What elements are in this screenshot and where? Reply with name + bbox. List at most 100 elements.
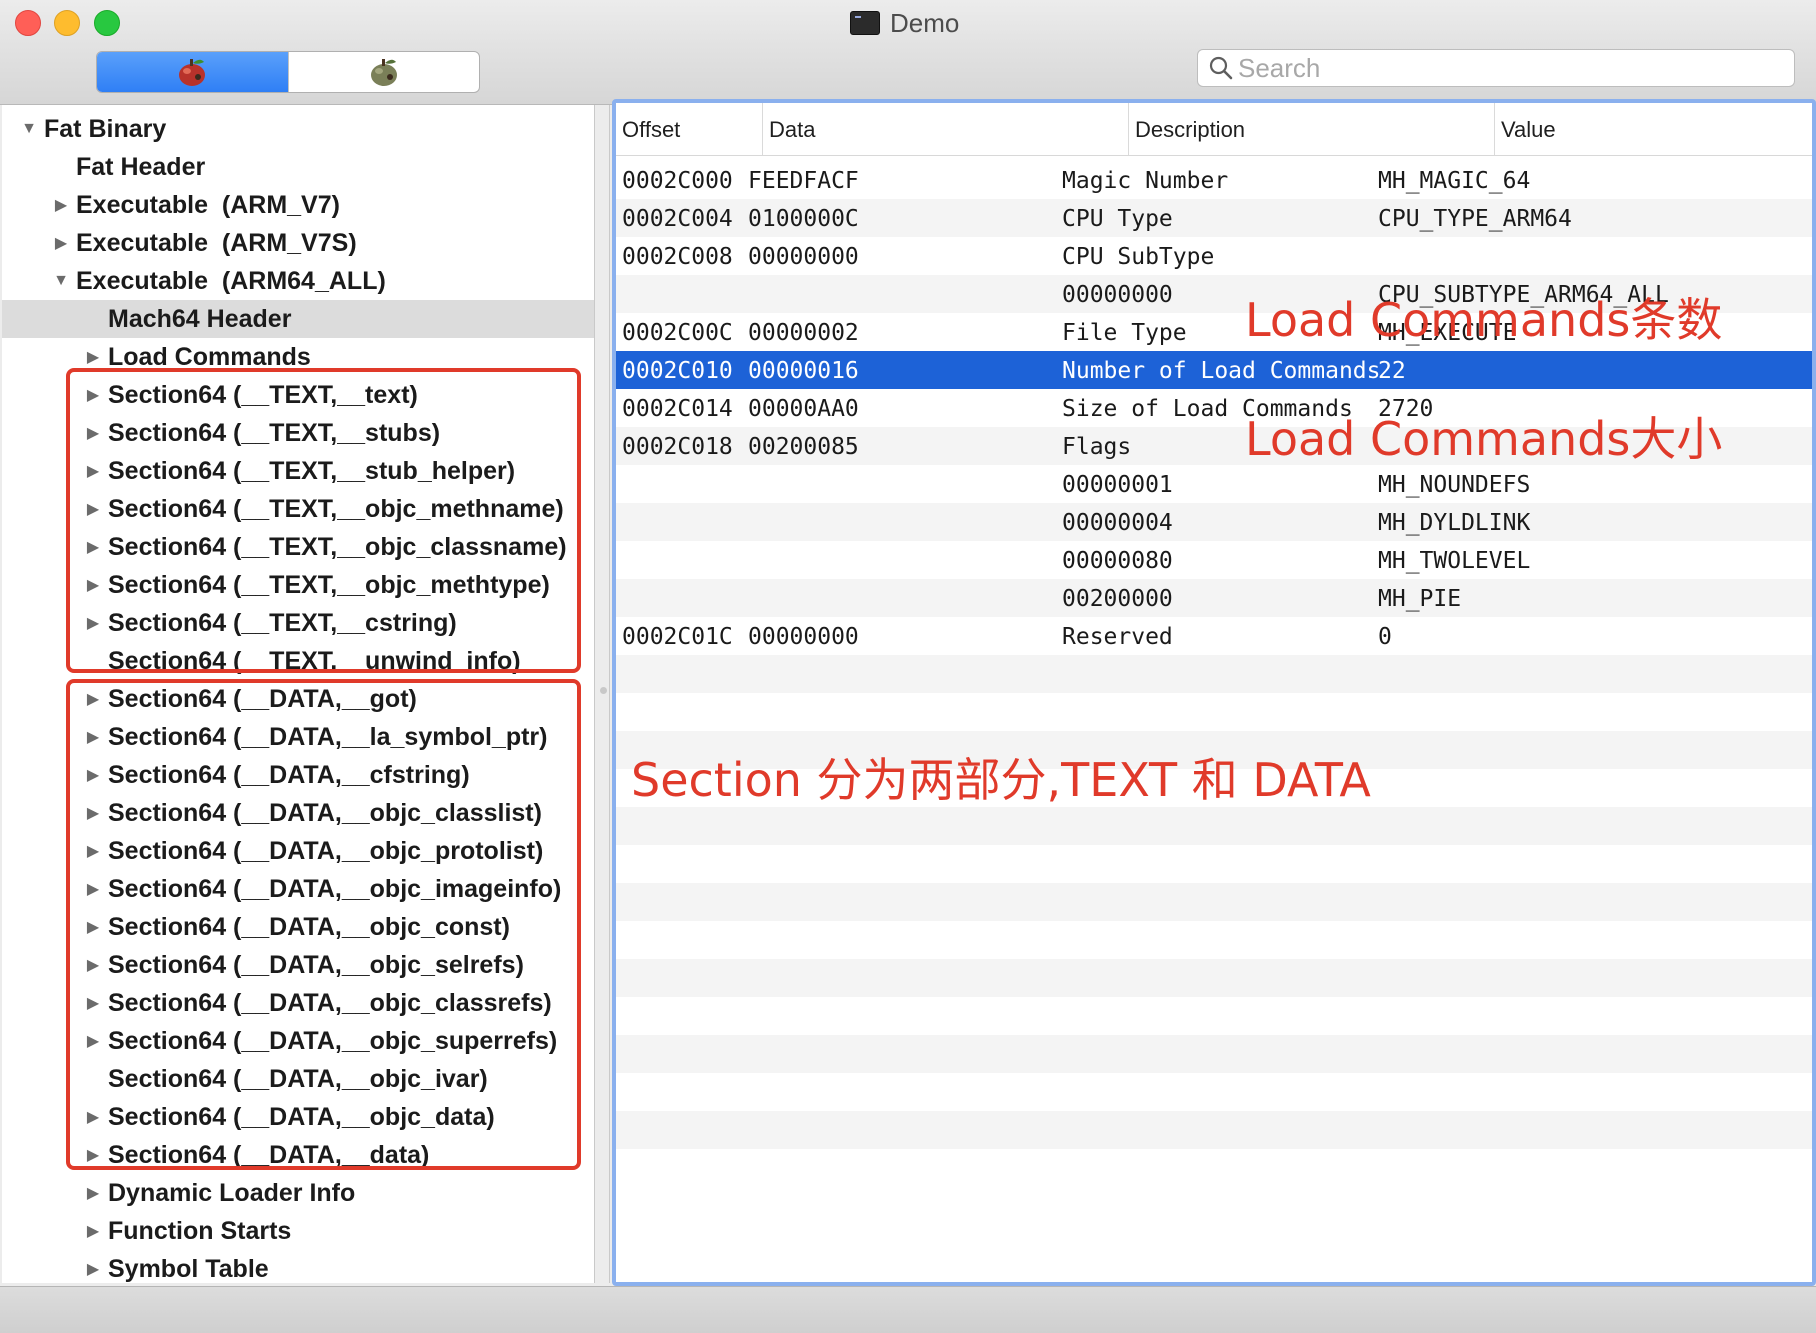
segment-32bit[interactable] — [97, 52, 288, 92]
disclosure-collapsed-icon[interactable]: ▶ — [84, 1259, 102, 1279]
outline-item-label: Symbol Table — [108, 1254, 269, 1283]
cell-offset: 0002C014 — [622, 396, 733, 422]
disclosure-collapsed-icon[interactable]: ▶ — [52, 233, 70, 253]
table-row[interactable]: 0002C010 00000016 Number of Load Commands 2… — [616, 351, 1812, 389]
table-row[interactable]: 00200000 MH_PIE — [616, 579, 1812, 617]
cell-data: FEEDFACF — [748, 168, 859, 194]
table-row-empty — [616, 1035, 1812, 1073]
cell-offset: 0002C00C — [622, 320, 733, 346]
cell-data: 00000AA0 — [748, 396, 859, 422]
split-view-divider[interactable] — [594, 105, 610, 1283]
disclosure-expanded-icon[interactable]: ▼ — [52, 271, 70, 291]
cell-value: MH_PIE — [1378, 586, 1462, 612]
table-row[interactable]: 00000004 MH_DYLDLINK — [616, 503, 1812, 541]
cell-description: Number of Load Commands — [1062, 358, 1381, 384]
table-row-empty — [616, 807, 1812, 845]
outline-item-label: Dynamic Loader Info — [108, 1178, 356, 1207]
search-input[interactable] — [1236, 51, 1780, 85]
disclosure-collapsed-icon[interactable]: ▶ — [84, 1221, 102, 1241]
status-bar — [0, 1286, 1816, 1333]
cell-data: 00200085 — [748, 434, 859, 460]
close-button[interactable] — [15, 10, 41, 36]
outline-item[interactable]: ▼ Fat Binary — [2, 110, 594, 148]
table-row-empty — [616, 1111, 1812, 1149]
outline-item[interactable]: ▶ Symbol Table — [2, 1250, 594, 1283]
outline-item[interactable]: ▼ Executable (ARM64_ALL) — [2, 262, 594, 300]
table-row[interactable]: 0002C008 00000000 CPU SubType — [616, 237, 1812, 275]
column-value[interactable]: Value — [1494, 103, 1812, 155]
table-row-empty — [616, 921, 1812, 959]
column-description[interactable]: Description — [1128, 103, 1494, 155]
minimize-button[interactable] — [54, 10, 80, 36]
divider-handle[interactable] — [600, 687, 607, 694]
outline-item[interactable]: ▶ Executable (ARM_V7S) — [2, 224, 594, 262]
outline-item[interactable]: ▶ Executable (ARM_V7) — [2, 186, 594, 224]
outline-item-label: Executable (ARM_V7S) — [76, 228, 357, 257]
table-header: Offset Data Description Value — [616, 103, 1812, 156]
outline-item-label: Executable (ARM_V7) — [76, 190, 340, 219]
column-offset[interactable]: Offset — [616, 103, 762, 155]
disclosure-collapsed-icon[interactable]: ▶ — [84, 1183, 102, 1203]
cell-data: 00000016 — [748, 358, 859, 384]
apple-32bit-icon — [179, 59, 206, 86]
cell-description: 00200000 — [1062, 586, 1173, 612]
table-row[interactable]: 0002C01C 00000000 Reserved 0 — [616, 617, 1812, 655]
table-row[interactable]: 00000001 MH_NOUNDEFS — [616, 465, 1812, 503]
zoom-button[interactable] — [94, 10, 120, 36]
disclosure-collapsed-icon[interactable]: ▶ — [84, 347, 102, 367]
segment-64bit[interactable] — [287, 52, 480, 92]
window-title-text: Demo — [890, 7, 960, 38]
cell-offset: 0002C000 — [622, 168, 733, 194]
outline-item-label: Mach64 Header — [108, 304, 292, 333]
outline-item[interactable]: Fat Header — [2, 148, 594, 186]
table-row-empty — [616, 655, 1812, 693]
column-data[interactable]: Data — [762, 103, 1128, 155]
detail-table[interactable]: Offset Data Description Value 0002C000 FE… — [612, 99, 1816, 1286]
outline-item-label: Fat Header — [76, 152, 206, 181]
architecture-segmented-control[interactable] — [96, 51, 480, 93]
cell-description: Reserved — [1062, 624, 1173, 650]
cell-data: 00000002 — [748, 320, 859, 346]
table-row[interactable]: 00000080 MH_TWOLEVEL — [616, 541, 1812, 579]
outline-item-label: Function Starts — [108, 1216, 292, 1245]
table-row-empty — [616, 845, 1812, 883]
outline-item[interactable]: ▶ Dynamic Loader Info — [2, 1174, 594, 1212]
data-sections-highlight — [66, 679, 581, 1170]
cell-description: 00000080 — [1062, 548, 1173, 574]
cell-description: Flags — [1062, 434, 1132, 460]
disclosure-expanded-icon[interactable]: ▼ — [20, 119, 38, 139]
toolbar — [0, 46, 1816, 105]
text-sections-highlight — [66, 368, 581, 673]
annotation-sections-note: Section 分为两部分,TEXT 和 DATA — [631, 753, 1371, 807]
outline-item-label: Fat Binary — [44, 114, 167, 143]
cell-value: MH_TWOLEVEL — [1378, 548, 1531, 574]
outline-item[interactable]: Mach64 Header — [2, 300, 594, 338]
disclosure-collapsed-icon[interactable]: ▶ — [52, 195, 70, 215]
apple-64bit-icon — [370, 59, 397, 86]
title-bar: Demo — [0, 0, 1816, 46]
table-row-empty — [616, 1073, 1812, 1111]
cell-value: 22 — [1378, 358, 1406, 384]
window-title: Demo — [850, 7, 959, 39]
table-row-empty — [616, 997, 1812, 1035]
cell-value: MH_MAGIC_64 — [1378, 168, 1531, 194]
table-row[interactable]: 0002C000 FEEDFACF Magic Number MH_MAGIC_64 — [616, 161, 1812, 199]
cell-data: 00000000 — [748, 624, 859, 650]
cell-offset: 0002C018 — [622, 434, 733, 460]
annotation-load-commands-size: Load Commands大小 — [1245, 412, 1723, 466]
cell-value: MH_NOUNDEFS — [1378, 472, 1531, 498]
outline-item-label: Executable (ARM64_ALL) — [76, 266, 386, 295]
terminal-icon — [850, 11, 880, 35]
table-row[interactable]: 0002C004 0100000C CPU Type CPU_TYPE_ARM64 — [616, 199, 1812, 237]
outline-item[interactable]: ▶ Function Starts — [2, 1212, 594, 1250]
table-row-empty — [616, 1149, 1812, 1187]
cell-description: CPU SubType — [1062, 244, 1215, 270]
cell-data: 0100000C — [748, 206, 859, 232]
search-field[interactable] — [1197, 49, 1795, 87]
cell-description: File Type — [1062, 320, 1187, 346]
cell-value: 0 — [1378, 624, 1392, 650]
cell-offset: 0002C004 — [622, 206, 733, 232]
table-row-empty — [616, 883, 1812, 921]
